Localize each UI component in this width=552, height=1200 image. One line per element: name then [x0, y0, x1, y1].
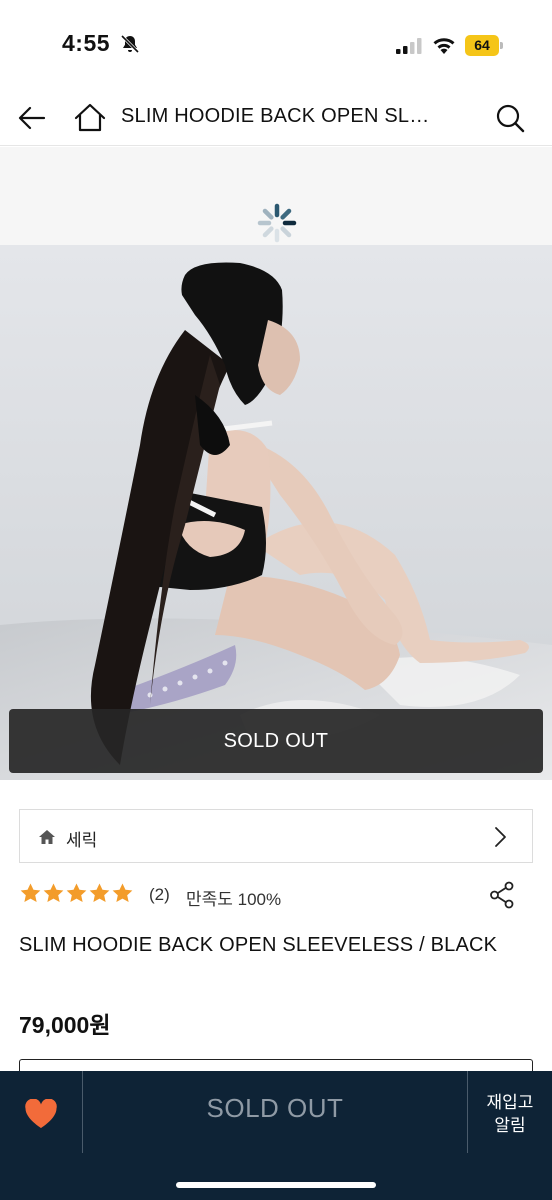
home-icon[interactable] [72, 100, 108, 136]
battery-icon: 64 [465, 35, 503, 56]
shop-home-icon [39, 830, 55, 844]
status-bar: 4:55 64 [0, 0, 552, 90]
star-icon [89, 883, 110, 903]
product-name: SLIM HOODIE BACK OPEN SLEEVELESS / BLACK [19, 934, 498, 956]
star-icon [66, 883, 87, 903]
status-time: 4:55 [62, 30, 111, 56]
star-icon [20, 883, 41, 903]
star-rating[interactable] [19, 882, 134, 908]
brand-shop-link[interactable]: 세릭 [19, 809, 533, 863]
wishlist-button[interactable] [0, 1071, 83, 1153]
search-icon[interactable] [492, 100, 528, 136]
star-icon [112, 883, 133, 903]
wifi-icon [433, 38, 455, 54]
home-indicator[interactable] [176, 1182, 376, 1188]
rating-row: (2) 만족도 100% [19, 878, 533, 912]
spinner-icon [257, 203, 297, 243]
product-photo-illustration [0, 245, 552, 780]
bell-off-icon [120, 34, 140, 54]
share-icon[interactable] [489, 881, 515, 909]
restock-label-line2: 알림 [494, 1116, 526, 1135]
star-icon [43, 883, 64, 903]
restock-label-line1: 재입고 [486, 1093, 534, 1112]
review-count[interactable]: (2) [149, 885, 170, 905]
page-title: SLIM HOODIE BACK OPEN SLEEVELESS / BLACK [121, 105, 436, 127]
image-loading-area [0, 147, 552, 245]
battery-cap [500, 42, 503, 49]
top-nav-bar: SLIM HOODIE BACK OPEN SLEEVELESS / BLACK [0, 90, 552, 146]
sold-out-button[interactable]: SOLD OUT [84, 1071, 466, 1153]
product-price: 79,000원 [19, 1012, 111, 1038]
sold-out-overlay: SOLD OUT [9, 709, 543, 773]
restock-alert-button[interactable]: 재입고 알림 [467, 1071, 552, 1153]
heart-icon [25, 1099, 57, 1128]
back-arrow-icon[interactable] [14, 100, 50, 136]
brand-name: 세릭 [66, 831, 98, 850]
battery-level: 64 [474, 37, 490, 53]
chevron-right-icon [495, 827, 506, 847]
product-photo[interactable] [0, 245, 552, 780]
satisfaction-rate: 만족도 100% [186, 890, 282, 909]
bottom-action-bar: SOLD OUT 재입고 알림 [0, 1071, 552, 1200]
signal-icon [396, 38, 422, 54]
